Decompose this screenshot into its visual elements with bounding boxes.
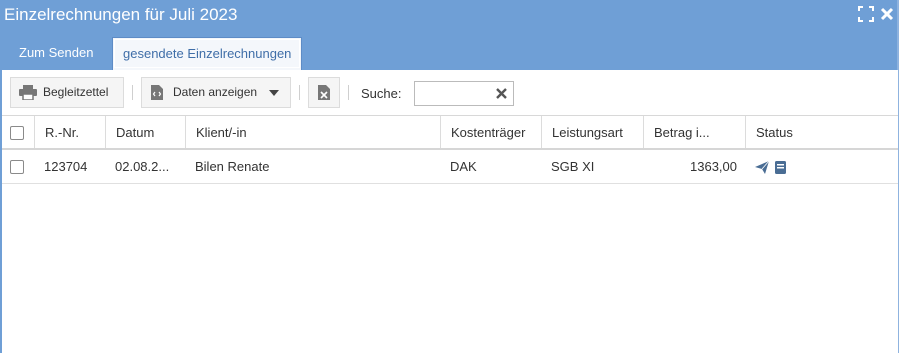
search-label: Suche:	[361, 86, 402, 101]
titlebar[interactable]: Einzelrechnungen für Juli 2023	[0, 0, 899, 30]
table-row[interactable]: 123704 02.08.2... Bilen Renate DAK SGB X…	[2, 150, 898, 184]
column-header-leistungsart[interactable]: Leistungsart	[541, 116, 643, 148]
search-input[interactable]	[415, 82, 493, 105]
toolbar: Begleitzettel Daten anzeigen Suche:	[2, 70, 898, 116]
toolbar-separator	[299, 85, 300, 100]
tab-gesendete-einzelrechnungen[interactable]: gesendete Einzelrechnungen	[112, 37, 303, 70]
chevron-down-icon	[269, 90, 279, 96]
column-header-betrag[interactable]: Betrag i...	[643, 116, 745, 148]
cell-datum: 02.08.2...	[115, 159, 170, 174]
column-header-klient[interactable]: Klient/-in	[185, 116, 440, 148]
column-header-rnr[interactable]: R.-Nr.	[34, 116, 105, 148]
daten-anzeigen-label: Daten anzeigen	[173, 85, 258, 99]
clear-icon[interactable]	[495, 87, 508, 100]
select-all-cell	[2, 116, 34, 148]
cell-kostentraeger: DAK	[450, 159, 477, 174]
select-all-checkbox[interactable]	[10, 126, 24, 140]
dialog-window: Einzelrechnungen für Juli 2023 Zum Sende…	[0, 0, 899, 353]
content-panel: Begleitzettel Daten anzeigen Suche: R.-N…	[2, 70, 898, 353]
tab-zum-senden[interactable]: Zum Senden	[9, 36, 103, 70]
excel-export-button[interactable]	[308, 77, 340, 108]
cell-status	[745, 150, 898, 183]
toolbar-separator	[348, 85, 349, 100]
code-file-icon	[151, 85, 163, 100]
table-header: R.-Nr. Datum Klient/-in Kostenträger Lei…	[2, 116, 898, 150]
daten-anzeigen-button[interactable]: Daten anzeigen	[141, 77, 291, 108]
toolbar-separator	[132, 85, 133, 100]
maximize-icon[interactable]	[858, 6, 874, 22]
row-checkbox[interactable]	[10, 160, 24, 174]
window-title: Einzelrechnungen für Juli 2023	[4, 5, 238, 24]
print-icon	[19, 85, 37, 100]
tab-bar: Zum Senden gesendete Einzelrechnungen	[0, 36, 899, 70]
search-box	[414, 81, 514, 106]
cell-leistungsart: SGB XI	[551, 159, 595, 174]
cell-rnr: 123704	[44, 159, 88, 174]
column-header-status[interactable]: Status	[745, 116, 898, 148]
column-header-datum[interactable]: Datum	[105, 116, 185, 148]
excel-icon	[318, 85, 330, 100]
cell-betrag: 1363,00	[690, 159, 737, 174]
begleitzettel-label: Begleitzettel	[43, 85, 109, 99]
cell-klient: Bilen Renate	[195, 159, 270, 174]
begleitzettel-button[interactable]: Begleitzettel	[10, 77, 124, 108]
column-header-kostentraeger[interactable]: Kostenträger	[440, 116, 541, 148]
sent-icon[interactable]	[755, 161, 769, 174]
row-select-cell	[2, 150, 34, 183]
close-icon[interactable]	[879, 6, 895, 22]
book-icon[interactable]	[775, 161, 786, 174]
